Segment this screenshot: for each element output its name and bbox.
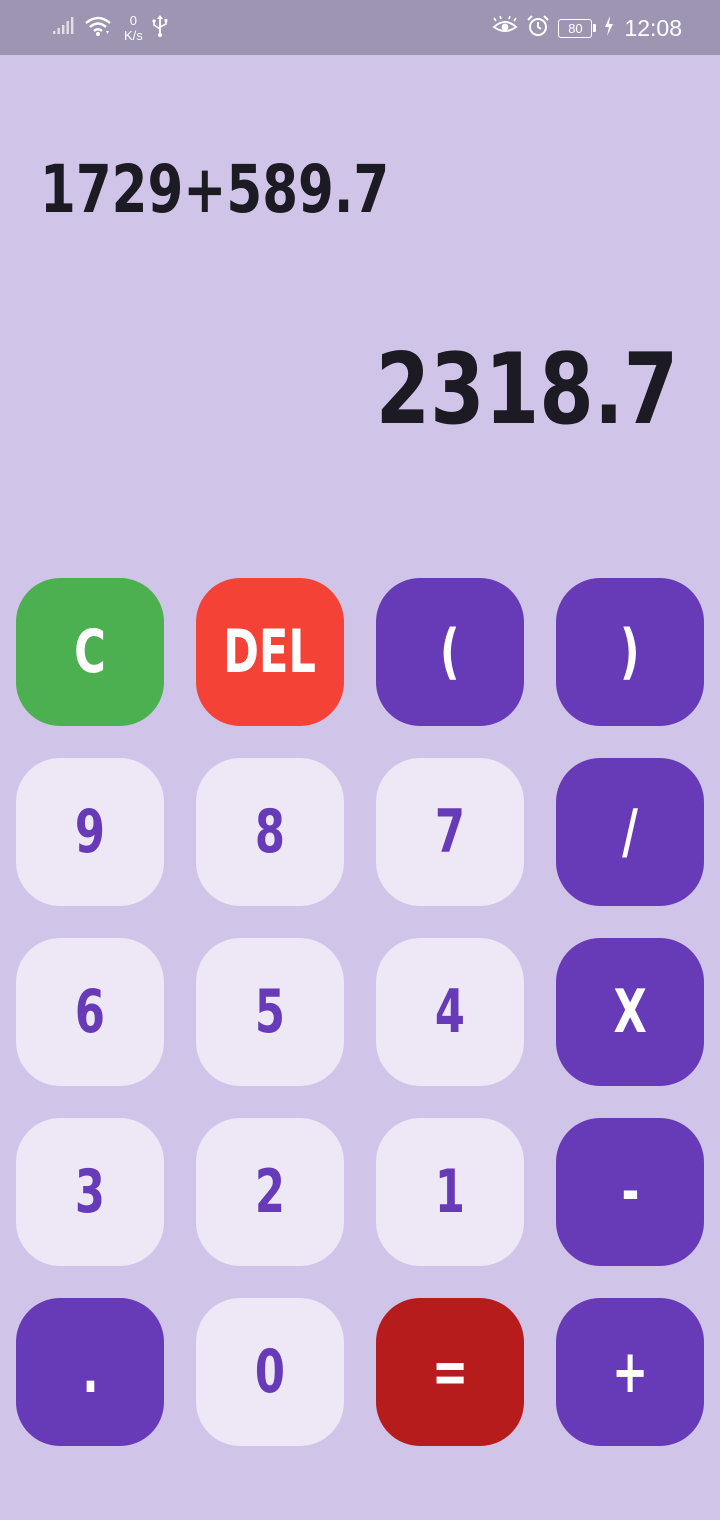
digit-3-label: 3 bbox=[74, 1157, 106, 1227]
digit-8-button[interactable]: 8 bbox=[196, 758, 344, 906]
status-clock: 12:08 bbox=[624, 14, 682, 41]
digit-8-label: 8 bbox=[254, 797, 286, 867]
digit-1-label: 1 bbox=[434, 1157, 466, 1227]
status-bar-right: 80 12:08 bbox=[492, 10, 682, 46]
digit-9-label: 9 bbox=[74, 797, 106, 867]
digit-6-button[interactable]: 6 bbox=[16, 938, 164, 1086]
open-paren-button[interactable]: ( bbox=[376, 578, 524, 726]
multiply-button[interactable]: X bbox=[556, 938, 704, 1086]
digit-0-button[interactable]: 0 bbox=[196, 1298, 344, 1446]
equals-button[interactable]: = bbox=[376, 1298, 524, 1446]
digit-5-button[interactable]: 5 bbox=[196, 938, 344, 1086]
digit-4-button[interactable]: 4 bbox=[376, 938, 524, 1086]
status-bar: 0 K/s 80 12:08 bbox=[0, 0, 720, 55]
status-bar-left: 0 K/s bbox=[52, 10, 169, 46]
battery-icon: 80 bbox=[558, 18, 597, 38]
battery-tip bbox=[593, 24, 597, 32]
divide-button[interactable]: / bbox=[556, 758, 704, 906]
digit-1-button[interactable]: 1 bbox=[376, 1118, 524, 1266]
digit-9-button[interactable]: 9 bbox=[16, 758, 164, 906]
clear-button-label: C bbox=[74, 617, 106, 687]
alarm-icon bbox=[526, 14, 550, 43]
multiply-button-label: X bbox=[613, 977, 647, 1047]
decimal-button[interactable]: . bbox=[16, 1298, 164, 1446]
usb-icon bbox=[151, 14, 169, 43]
delete-button-label: DEL bbox=[223, 617, 317, 687]
digit-0-label: 0 bbox=[254, 1337, 286, 1407]
charging-icon bbox=[604, 15, 614, 41]
digit-6-label: 6 bbox=[74, 977, 106, 1047]
expression-display: 1729+589.7 bbox=[40, 151, 390, 228]
battery-level: 80 bbox=[558, 18, 593, 38]
delete-button[interactable]: DEL bbox=[196, 578, 344, 726]
result-display: 2318.7 bbox=[375, 333, 678, 447]
digit-5-label: 5 bbox=[254, 977, 286, 1047]
digit-2-label: 2 bbox=[254, 1157, 286, 1227]
digit-7-button[interactable]: 7 bbox=[376, 758, 524, 906]
equals-button-label: = bbox=[431, 1337, 469, 1407]
net-speed-indicator: 0 K/s bbox=[124, 13, 143, 43]
minus-button[interactable]: - bbox=[556, 1118, 704, 1266]
decimal-button-label: . bbox=[81, 1337, 99, 1407]
digit-3-button[interactable]: 3 bbox=[16, 1118, 164, 1266]
close-paren-button[interactable]: ) bbox=[556, 578, 704, 726]
wifi-icon bbox=[84, 15, 112, 42]
open-paren-button-label: ( bbox=[440, 617, 460, 687]
digit-7-label: 7 bbox=[434, 797, 466, 867]
close-paren-button-label: ) bbox=[620, 617, 640, 687]
keypad: C DEL ( ) 9 8 7 / 6 5 4 X 3 2 1 - . 0 = … bbox=[16, 578, 704, 1446]
digit-2-button[interactable]: 2 bbox=[196, 1118, 344, 1266]
clear-button[interactable]: C bbox=[16, 578, 164, 726]
plus-button-label: + bbox=[611, 1337, 649, 1407]
divide-button-label: / bbox=[622, 797, 638, 867]
net-speed-value: 0 bbox=[129, 13, 138, 28]
minus-button-label: - bbox=[621, 1157, 639, 1227]
eye-comfort-icon bbox=[492, 15, 519, 42]
digit-4-label: 4 bbox=[434, 977, 466, 1047]
net-speed-unit: K/s bbox=[124, 28, 143, 43]
signal-icon bbox=[52, 16, 76, 41]
plus-button[interactable]: + bbox=[556, 1298, 704, 1446]
